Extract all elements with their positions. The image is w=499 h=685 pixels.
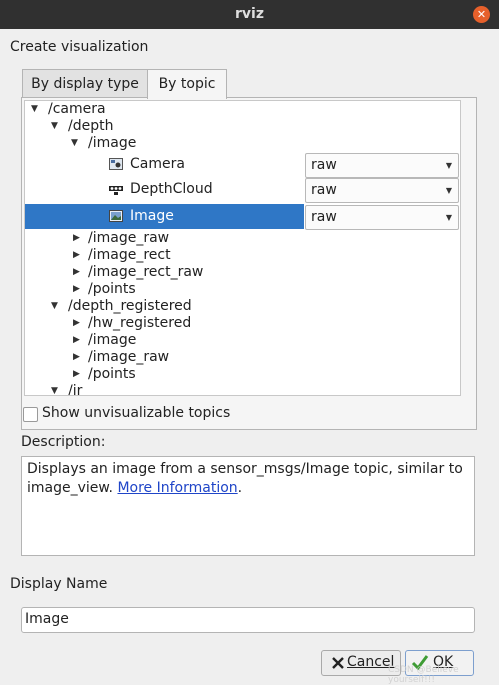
expand-right-icon[interactable]: ▶ (73, 332, 80, 349)
tree-row-label: /points (88, 366, 136, 382)
create-visualization-label: Create visualization (10, 39, 149, 55)
close-icon[interactable]: ✕ (473, 6, 490, 23)
more-information-link[interactable]: More Information (117, 480, 237, 496)
tree-row-label: /image_raw (88, 230, 170, 246)
tree-row-label: /points (88, 281, 136, 297)
depthcloud-transport-select[interactable]: raw ▼ (305, 178, 459, 203)
camera-icon (109, 158, 123, 170)
tree-row-label: /depth (68, 118, 114, 134)
expand-right-icon[interactable]: ▶ (73, 264, 80, 281)
tree-row-label: /image_rect_raw (88, 264, 204, 280)
description-box: Displays an image from a sensor_msgs/Ima… (21, 456, 475, 556)
tree-row-label: DepthCloud (130, 181, 213, 197)
topic-tree-panel: ▼ /camera ▼ /depth ▼ /image Camera raw ▼ (21, 97, 477, 430)
tree-row-label: /image_rect (88, 247, 171, 263)
select-value: raw (311, 157, 337, 173)
tab-by-topic[interactable]: By topic (147, 69, 227, 99)
expand-right-icon[interactable]: ▶ (73, 281, 80, 298)
expand-right-icon[interactable]: ▶ (73, 247, 80, 264)
tree-row-label: /image (88, 332, 137, 348)
expand-down-icon[interactable]: ▼ (51, 118, 58, 135)
tree-row-label: /camera (48, 101, 106, 117)
dropdown-arrow-icon: ▼ (445, 186, 452, 195)
window-title: rviz (235, 6, 264, 22)
tab-label: By display type (31, 76, 139, 92)
display-name-input[interactable]: Image (21, 607, 475, 633)
dropdown-arrow-icon: ▼ (445, 213, 452, 222)
expand-right-icon[interactable]: ▶ (73, 366, 80, 383)
tree-row-label: Camera (130, 156, 185, 172)
show-unvisualizable-label: Show unvisualizable topics (42, 405, 231, 421)
cancel-x-icon (332, 657, 344, 669)
expand-down-icon[interactable]: ▼ (51, 383, 58, 395)
select-value: raw (311, 209, 337, 225)
title-bar: rviz ✕ (0, 0, 499, 29)
expand-right-icon[interactable]: ▶ (73, 315, 80, 332)
dropdown-arrow-icon: ▼ (445, 161, 452, 170)
show-unvisualizable-checkbox[interactable] (23, 407, 38, 422)
depthcloud-icon (109, 186, 123, 195)
description-label: Description: (21, 434, 106, 450)
camera-transport-select[interactable]: raw ▼ (305, 153, 459, 178)
tree-row-label: Image (130, 208, 174, 224)
tab-by-display-type[interactable]: By display type (22, 69, 148, 98)
description-text: Displays an image from a sensor_msgs/Ima… (27, 460, 467, 498)
image-icon (109, 210, 123, 222)
tree-row-label: /image (88, 135, 137, 151)
description-body: Displays an image from a sensor_msgs/Ima… (27, 461, 463, 496)
expand-right-icon[interactable]: ▶ (73, 349, 80, 366)
image-transport-select[interactable]: raw ▼ (305, 205, 459, 230)
tree-row-label: /depth_registered (68, 298, 192, 314)
expand-down-icon[interactable]: ▼ (71, 135, 78, 152)
tree-row-label: /ir (68, 383, 83, 396)
display-name-label: Display Name (10, 576, 108, 592)
topic-tree[interactable]: ▼ /camera ▼ /depth ▼ /image Camera raw ▼ (24, 100, 461, 396)
expand-down-icon[interactable]: ▼ (51, 298, 58, 315)
tree-row-label: /image_raw (88, 349, 170, 365)
expand-down-icon[interactable]: ▼ (31, 101, 38, 118)
tab-label: By topic (158, 76, 216, 92)
description-suffix: . (237, 480, 243, 496)
display-name-value: Image (25, 611, 69, 627)
tree-row-label: /hw_registered (88, 315, 192, 331)
expand-right-icon[interactable]: ▶ (73, 230, 80, 247)
watermark-text: CSDN @Believe yourself!!! (388, 665, 459, 685)
select-value: raw (311, 182, 337, 198)
